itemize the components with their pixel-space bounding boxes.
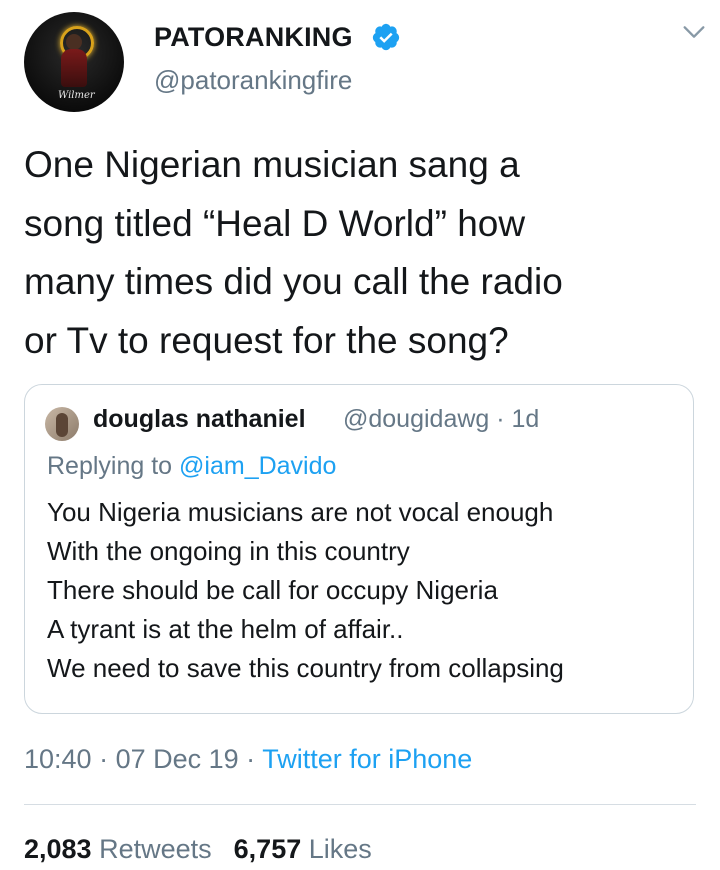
quoted-text-line: You Nigeria musicians are not vocal enou… (47, 497, 554, 527)
quoted-avatar-figure (56, 413, 68, 437)
author-avatar[interactable]: Wilmer (24, 12, 124, 112)
author-display-name[interactable]: PATORANKING (154, 22, 353, 53)
meta-separator: · (238, 744, 263, 774)
tweet-meta: 10:40 · 07 Dec 19 · Twitter for iPhone (24, 744, 472, 775)
tweet-date[interactable]: 07 Dec 19 (116, 744, 239, 774)
quoted-text-line: There should be call for occupy Nigeria (47, 575, 498, 605)
quoted-author-name: douglas nathaniel (93, 405, 306, 433)
tweet-source-link[interactable]: Twitter for iPhone (262, 744, 472, 774)
tweet-text: One Nigerian musician sang a song titled… (24, 136, 704, 370)
likes-count: 6,757 (233, 834, 302, 864)
retweets-label: Retweets (99, 834, 212, 864)
likes-label: Likes (308, 834, 372, 864)
tweet-text-line: many times did you call the radio (24, 261, 563, 302)
tweet-stats: 2,083 Retweets 6,757 Likes (24, 834, 372, 865)
quoted-text-line: A tyrant is at the helm of affair.. (47, 614, 404, 644)
replying-to-mention[interactable]: @iam_Davido (179, 452, 336, 480)
retweets-stat[interactable]: 2,083 Retweets (24, 834, 212, 864)
tweet-text-line: or Tv to request for the song? (24, 319, 509, 361)
quoted-author-handle-time: @dougidawg · 1d (343, 405, 540, 433)
tweet-time[interactable]: 10:40 (24, 744, 92, 774)
meta-separator: · (91, 744, 116, 774)
tweet-text-line: One Nigerian musician sang a (24, 144, 520, 185)
avatar-figure-body (61, 49, 87, 87)
replying-prefix: Replying to (47, 452, 173, 480)
avatar-figure-head (66, 34, 82, 50)
quoted-text-line: With the ongoing in this country (47, 536, 410, 566)
verified-badge-icon (372, 23, 400, 51)
quoted-tweet-card[interactable]: douglas nathaniel @dougidawg · 1d Replyi… (24, 384, 694, 714)
likes-stat[interactable]: 6,757 Likes (234, 834, 372, 864)
quoted-replying-to: Replying to @iam_Davido (47, 452, 336, 481)
tweet-text-line: song titled “Heal D World” how (24, 202, 526, 244)
author-handle[interactable]: @patorankingfire (154, 65, 352, 96)
divider (24, 804, 696, 805)
retweets-count: 2,083 (24, 834, 92, 864)
quoted-tweet-text: You Nigeria musicians are not vocal enou… (47, 493, 564, 688)
avatar-signature: Wilmer (58, 90, 95, 101)
tweet-header: Wilmer PATORANKING @patorankingfire (24, 12, 705, 112)
quoted-author-avatar (45, 407, 79, 441)
chevron-down-icon[interactable] (680, 18, 708, 46)
quoted-text-line: We need to save this country from collap… (47, 653, 564, 683)
